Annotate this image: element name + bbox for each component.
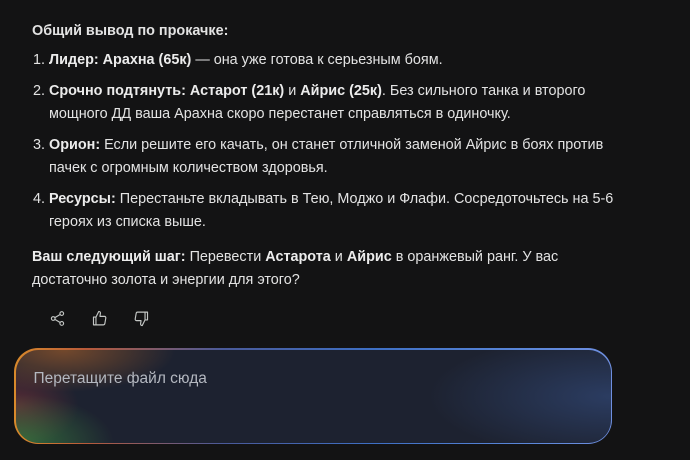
next-step-paragraph: Ваш следующий шаг: Перевести Астарота и … [32,246,622,292]
list-item-text: Орион: Если решите его качать, он станет… [49,137,603,176]
summary-list: Лидер: Арахна (65к) — она уже готова к с… [32,49,622,234]
text-segment: Если решите его качать, он станет отличн… [49,137,604,176]
bold-text: Айрис (25к) [300,83,382,99]
text-segment: Перестаньте вкладывать в Тею, Моджо и Фл… [49,191,614,230]
like-button[interactable] [78,304,120,332]
file-drop-zone-border: Перетащите файл сюда [14,348,612,444]
bold-text: Орион: [49,137,101,153]
dislike-button[interactable] [120,304,162,332]
file-drop-zone[interactable]: Перетащите файл сюда [15,349,611,443]
share-button[interactable] [36,304,78,332]
text-segment: и [330,249,347,265]
list-item-text: Срочно подтянуть: Астарот (21к) и Айрис … [49,83,585,122]
list-item-text: Лидер: Арахна (65к) — она уже готова к с… [49,52,443,68]
bold-text: Астарота [265,249,331,265]
list-item: Орион: Если решите его качать, он станет… [49,134,622,180]
text-segment: — она уже готова к серьезным боям. [191,52,443,68]
share-icon [50,310,64,326]
bold-text: Срочно подтянуть: Астарот (21к) [49,83,285,99]
response-heading: Общий вывод по прокачке: [32,23,229,39]
list-item: Ресурсы: Перестаньте вкладывать в Тею, М… [49,188,622,234]
list-item-text: Ресурсы: Перестаньте вкладывать в Тею, М… [49,191,613,230]
list-item: Срочно подтянуть: Астарот (21к) и Айрис … [49,80,622,126]
thumbs-down-icon [134,311,148,326]
drop-zone-label: Перетащите файл сюда [33,369,207,387]
text-segment: Перевести [185,249,266,265]
text-segment: и [284,83,301,99]
bold-text: Ресурсы: [49,191,116,207]
chat-page: Общий вывод по прокачке: Лидер: Арахна (… [0,0,690,460]
assistant-response: Общий вывод по прокачке: Лидер: Арахна (… [32,20,622,292]
response-actions [36,304,162,332]
bold-text: Айрис [346,249,392,265]
list-item: Лидер: Арахна (65к) — она уже готова к с… [49,49,622,72]
bold-text: Ваш следующий шаг: [32,249,186,265]
thumbs-up-icon [92,310,106,325]
bold-text: Лидер: Арахна (65к) [49,52,192,68]
